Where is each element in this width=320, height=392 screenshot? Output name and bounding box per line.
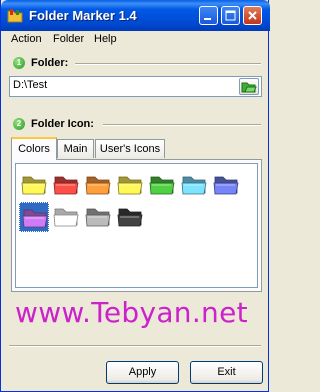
folder-marker-logo-icon	[7, 8, 23, 23]
folder-icon	[117, 208, 143, 227]
folder-color-swatch[interactable]	[83, 202, 113, 232]
main-window: Folder Marker 1.4 Action Folder Help 1 F…	[0, 0, 270, 392]
folder-icon-divider	[103, 124, 261, 126]
title-bar[interactable]: Folder Marker 1.4	[1, 0, 270, 31]
maximize-button[interactable]	[221, 6, 240, 25]
folder-color-swatch[interactable]	[19, 202, 49, 232]
folder-color-swatch[interactable]	[115, 202, 145, 232]
minimize-button[interactable]	[199, 6, 218, 25]
folder-icon	[85, 176, 111, 195]
folder-icon-label: Folder Icon:	[31, 118, 94, 130]
apply-button[interactable]: Apply	[106, 361, 179, 384]
step-1-icon: 1	[13, 57, 25, 69]
tab-users-icons[interactable]: User's Icons	[95, 139, 165, 158]
folder-color-swatch[interactable]	[83, 170, 113, 200]
menu-folder[interactable]: Folder	[53, 33, 84, 45]
folder-icon	[213, 176, 239, 195]
step-2-icon: 2	[13, 118, 25, 130]
folder-icon	[21, 176, 47, 195]
folder-color-swatch[interactable]	[179, 170, 209, 200]
tab-panel-colors	[11, 159, 262, 292]
folder-color-swatch[interactable]	[147, 170, 177, 200]
folder-path-field[interactable]: D:\Test	[9, 76, 262, 97]
folder-icon	[53, 176, 79, 195]
exit-button[interactable]: Exit	[190, 361, 263, 384]
watermark-text: www.Tebyan.net	[15, 296, 248, 329]
folder-color-swatch[interactable]	[51, 202, 81, 232]
folder-color-swatch[interactable]	[19, 170, 49, 200]
folder-color-swatch[interactable]	[211, 170, 241, 200]
menu-bar: Action Folder Help	[2, 31, 269, 49]
browse-folder-button[interactable]	[239, 78, 259, 95]
folder-icon	[22, 209, 48, 228]
tab-colors[interactable]: Colors	[11, 137, 57, 160]
tab-main[interactable]: Main	[57, 139, 94, 158]
bottom-divider	[9, 345, 261, 347]
folder-color-grid	[15, 163, 258, 288]
folder-label: Folder:	[31, 57, 69, 69]
folder-icon	[85, 208, 111, 227]
menu-action[interactable]: Action	[11, 33, 42, 45]
folder-icon	[53, 208, 79, 227]
folder-divider	[75, 63, 261, 65]
close-button[interactable]	[243, 6, 262, 25]
browse-folder-icon	[241, 82, 257, 93]
menu-help[interactable]: Help	[94, 33, 117, 45]
window-title: Folder Marker 1.4	[29, 8, 137, 23]
folder-color-swatch[interactable]	[115, 170, 145, 200]
folder-color-swatch[interactable]	[51, 170, 81, 200]
folder-icon	[117, 176, 143, 195]
folder-icon	[149, 176, 175, 195]
folder-icon	[181, 176, 207, 195]
